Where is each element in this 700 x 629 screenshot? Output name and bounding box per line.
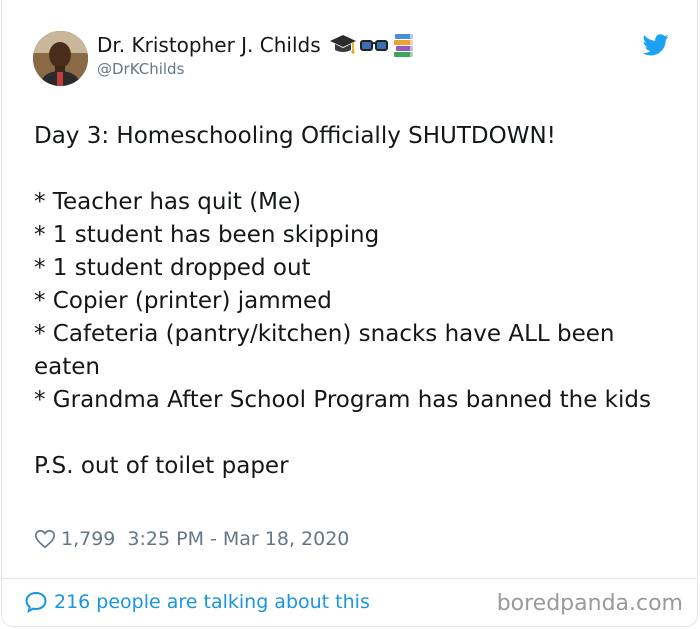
author-handle[interactable]: @DrKChilds <box>97 60 184 78</box>
graduation-cap-icon <box>329 35 356 54</box>
talking-label[interactable]: 216 people are talking about this <box>54 591 370 613</box>
avatar-photo <box>33 31 88 86</box>
heart-icon[interactable] <box>34 528 56 550</box>
tweet-ps: P.S. out of toilet paper <box>34 453 289 479</box>
speech-bubble-icon <box>25 591 47 613</box>
glasses-icon <box>359 40 388 51</box>
books-icon <box>393 34 413 57</box>
tweet-item: * Copier (printer) jammed <box>34 288 332 314</box>
tweet-timestamp[interactable]: 3:25 PM - Mar 18, 2020 <box>127 528 349 550</box>
tweet-item: * 1 student has been skipping <box>34 222 380 248</box>
talking-link[interactable]: 216 people are talking about this <box>24 590 370 614</box>
tweet-item: * Teacher has quit (Me) <box>34 189 302 215</box>
tweet-card: Dr. Kristopher J. Childs @DrKChilds Day … <box>1 0 698 627</box>
author-name[interactable]: Dr. Kristopher J. Childs <box>97 33 321 57</box>
tweet-headline: Day 3: Homeschooling Officially SHUTDOWN… <box>34 123 556 149</box>
avatar[interactable] <box>33 31 88 86</box>
name-emojis <box>329 32 417 58</box>
tweet-text: Day 3: Homeschooling Officially SHUTDOWN… <box>34 120 674 483</box>
tweet-item: * Grandma After School Program has banne… <box>34 387 651 413</box>
like-count[interactable]: 1,799 <box>61 528 115 550</box>
author-name-row: Dr. Kristopher J. Childs <box>97 32 417 58</box>
watermark: boredpanda.com <box>496 591 683 616</box>
tweet-item: * 1 student dropped out <box>34 255 311 281</box>
tweet-meta: 1,799 3:25 PM - Mar 18, 2020 <box>34 528 349 550</box>
twitter-bird-icon[interactable] <box>643 34 669 56</box>
divider <box>2 578 697 579</box>
tweet-item: * Cafeteria (pantry/kitchen) snacks have… <box>34 321 615 380</box>
